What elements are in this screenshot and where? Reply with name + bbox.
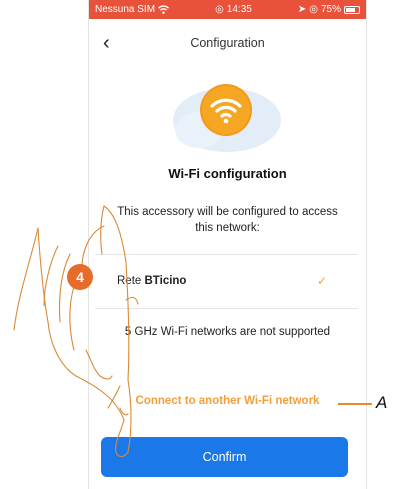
description-text: This accessory will be configured to acc… <box>117 206 338 234</box>
callout-line <box>338 403 372 405</box>
step-number-badge: 4 <box>67 264 93 290</box>
clock-time: 14:35 <box>226 4 252 15</box>
network-prefix: Rete <box>117 275 142 287</box>
wifi-signal-icon <box>158 5 170 14</box>
battery-percent: 75% <box>320 4 341 15</box>
connect-other-network-link[interactable]: Connect to another Wi-Fi network <box>89 395 366 407</box>
status-carrier-group: Nessuna SIM <box>95 4 170 15</box>
alarm-small-icon: ◎ <box>309 4 318 15</box>
network-label: Rete BTicino <box>117 275 186 287</box>
unsupported-note: 5 GHz Wi-Fi networks are not supported <box>124 326 331 338</box>
wifi-illustration <box>173 84 281 152</box>
carrier-label: Nessuna SIM <box>95 4 156 15</box>
network-row[interactable]: Rete BTicino ✓ <box>95 256 358 306</box>
section-heading: Wi-Fi configuration <box>168 166 287 181</box>
status-time-group: ◎ 14:35 <box>215 4 252 15</box>
confirm-button[interactable]: Confirm <box>101 437 348 477</box>
callout-letter: A <box>376 393 388 412</box>
navigation-bar: ‹ Configuration <box>89 26 366 60</box>
network-name: BTicino <box>144 275 187 287</box>
divider <box>95 308 358 309</box>
alarm-icon: ◎ <box>215 4 224 15</box>
page-title: Configuration <box>190 36 265 50</box>
battery-icon <box>344 5 360 14</box>
checkmark-icon: ✓ <box>317 274 328 288</box>
divider <box>95 254 358 255</box>
status-battery-group: ➤ ◎ 75% <box>298 4 360 15</box>
chevron-left-icon[interactable]: ‹ <box>103 32 110 55</box>
status-bar: Nessuna SIM ◎ 14:35 ➤ ◎ 75% <box>89 0 366 19</box>
location-icon: ➤ <box>297 4 307 15</box>
phone-screen: Nessuna SIM ◎ 14:35 ➤ ◎ 75% ‹ Configurat… <box>88 0 367 489</box>
